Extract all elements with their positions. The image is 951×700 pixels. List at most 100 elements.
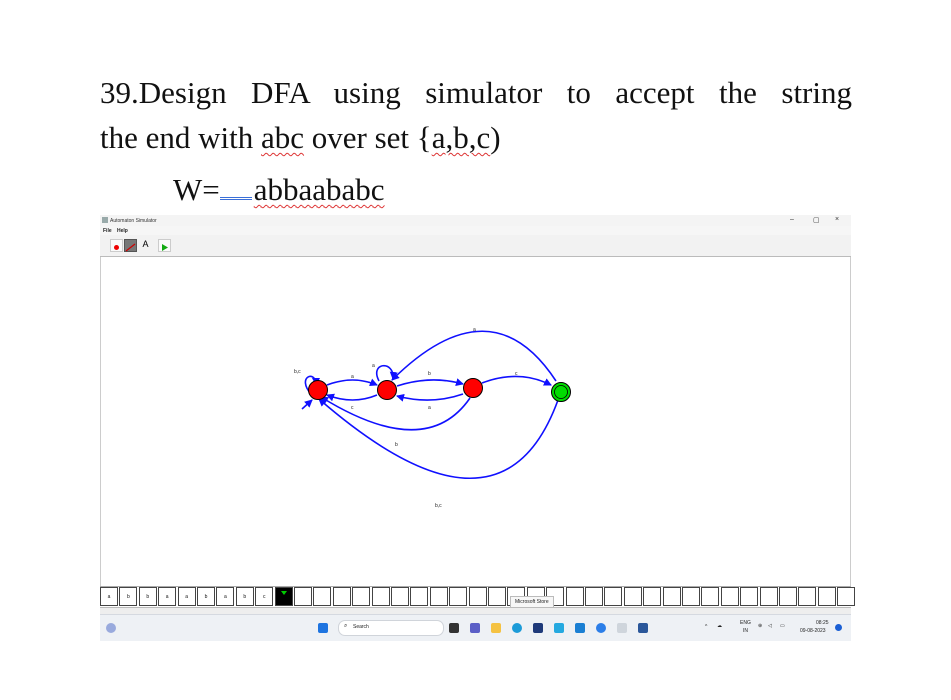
- tape-cell-blank: [740, 587, 759, 606]
- label-q1-self: a: [372, 363, 375, 369]
- tape-cell: b: [119, 587, 138, 606]
- onedrive-icon[interactable]: ☁: [717, 623, 722, 629]
- label-q0-self: b,c: [294, 369, 301, 375]
- w-prefix: W=: [173, 172, 220, 207]
- diagram-canvas[interactable]: b,c a c a b a c a b b,c: [100, 257, 851, 587]
- tooltip: Microsoft Store: [510, 596, 554, 608]
- tape-cell-blank: [759, 587, 778, 606]
- tape-cell-blank: [662, 587, 681, 606]
- text-A-icon: A: [142, 239, 149, 249]
- edge-q2-q0: [320, 396, 471, 431]
- chevron-up-icon[interactable]: ^: [705, 624, 707, 630]
- widgets-icon[interactable]: [106, 623, 116, 633]
- edge-q3-q1: [391, 330, 557, 382]
- app-icon-3[interactable]: [575, 623, 585, 633]
- tape-cell-blank: [371, 587, 390, 606]
- input-string-line: W= abbaababc: [173, 172, 385, 208]
- state-tool-button[interactable]: [110, 239, 123, 252]
- label-q3-q0: b,c: [435, 503, 442, 509]
- edge-q1-self: [376, 364, 398, 382]
- edge-q2-q1: [396, 393, 464, 402]
- label-q3-q1: a: [473, 327, 476, 333]
- tape-cell: b: [235, 587, 254, 606]
- windows-start-icon[interactable]: [318, 623, 328, 633]
- tape-cell-blank: [332, 587, 351, 606]
- tape-cell-blank: [817, 587, 836, 606]
- clock-time[interactable]: 08:25: [816, 620, 829, 626]
- blank-underline: [219, 191, 252, 200]
- tape-cell: a: [216, 587, 235, 606]
- label-q2-q0: b: [395, 442, 398, 448]
- tape-cell-blank: [313, 587, 332, 606]
- search-icon: ⌕: [344, 623, 348, 629]
- menu-file[interactable]: File: [103, 228, 112, 234]
- tape-cell-blank: [798, 587, 817, 606]
- file-explorer-icon[interactable]: [491, 623, 501, 633]
- tape-cell-blank: [701, 587, 720, 606]
- java-icon[interactable]: [617, 623, 627, 633]
- edge-icon[interactable]: [512, 623, 522, 633]
- edge-q2-q3: [481, 375, 552, 386]
- word-icon[interactable]: [638, 623, 648, 633]
- notification-icon[interactable]: [835, 624, 842, 631]
- battery-icon[interactable]: ▭: [780, 623, 785, 629]
- label-q1-q0: c: [351, 405, 354, 411]
- tape-cell: a: [158, 587, 177, 606]
- tape-head-arrow: [280, 591, 287, 595]
- lang-top[interactable]: ENG: [740, 620, 751, 626]
- tape-cell-blank: [837, 587, 856, 606]
- tape-cell-blank: [429, 587, 448, 606]
- help-icon[interactable]: [596, 623, 606, 633]
- edge-q0-q1: [326, 378, 378, 387]
- tape-cell: c: [255, 587, 274, 606]
- input-tape[interactable]: abbaababc: [100, 586, 856, 608]
- minimize-button[interactable]: –: [790, 216, 794, 223]
- tape-cell: b: [197, 587, 215, 606]
- window-title: Automaton Simulator: [110, 218, 157, 224]
- tape-cell-blank: [779, 587, 797, 606]
- tape-cell-blank: [488, 587, 506, 606]
- tape-cell-blank: [682, 587, 700, 606]
- start-arrow: [301, 399, 313, 410]
- tape-cell-blank: [643, 587, 662, 606]
- tape-cell-blank: [585, 587, 603, 606]
- state-q0: [308, 380, 328, 400]
- volume-icon[interactable]: ◁: [768, 623, 772, 629]
- heading-line-1: 39.Design DFA using simulator to accept …: [100, 75, 852, 110]
- close-button[interactable]: ×: [835, 216, 839, 223]
- task-view-icon[interactable]: [449, 623, 459, 633]
- app-icon: [102, 217, 108, 223]
- transition-tool-button[interactable]: [124, 239, 137, 252]
- taskbar: ⌕ Search ^ ☁ ENG IN ⊕ ◁ ▭ 08:25 09-08-20…: [100, 614, 851, 641]
- teams-icon[interactable]: [470, 623, 480, 633]
- label-tool-button[interactable]: A: [139, 239, 152, 252]
- tape-cell: a: [177, 587, 196, 606]
- state-q1: [377, 380, 397, 400]
- maximize-button[interactable]: ▢: [813, 216, 820, 224]
- arrow-icon: [125, 243, 136, 252]
- clock-date[interactable]: 09-08-2023: [800, 628, 826, 634]
- store-icon[interactable]: [533, 623, 543, 633]
- dfa-diagram: b,c a c a b a c a b b,c: [294, 327, 571, 509]
- run-tool-button[interactable]: [158, 239, 171, 252]
- edge-q1-q0: [326, 393, 378, 402]
- tape-cell-blank: [294, 587, 312, 606]
- state-q2: [463, 378, 483, 398]
- menu-help[interactable]: Help: [117, 228, 128, 234]
- lang-bottom[interactable]: IN: [743, 628, 748, 634]
- taskbar-search[interactable]: ⌕ Search: [338, 620, 444, 636]
- w-value: abbaababc: [253, 172, 385, 207]
- edge-q3-q0: [318, 398, 559, 479]
- app-icon-2[interactable]: [554, 623, 564, 633]
- network-icon[interactable]: ⊕: [758, 623, 762, 629]
- tape-scrollbar[interactable]: [100, 607, 851, 614]
- label-q1-q2: b: [428, 371, 431, 377]
- tape-cell-blank: [352, 587, 371, 606]
- tape-cell-blank: [623, 587, 642, 606]
- tape-cell-blank: [720, 587, 739, 606]
- play-icon: [162, 244, 168, 251]
- menu-bar: File Help: [100, 226, 851, 235]
- tape-cell: a: [100, 587, 118, 606]
- document-heading: 39.Design DFA using simulator to accept …: [100, 70, 852, 160]
- tape-cell-blank: [391, 587, 409, 606]
